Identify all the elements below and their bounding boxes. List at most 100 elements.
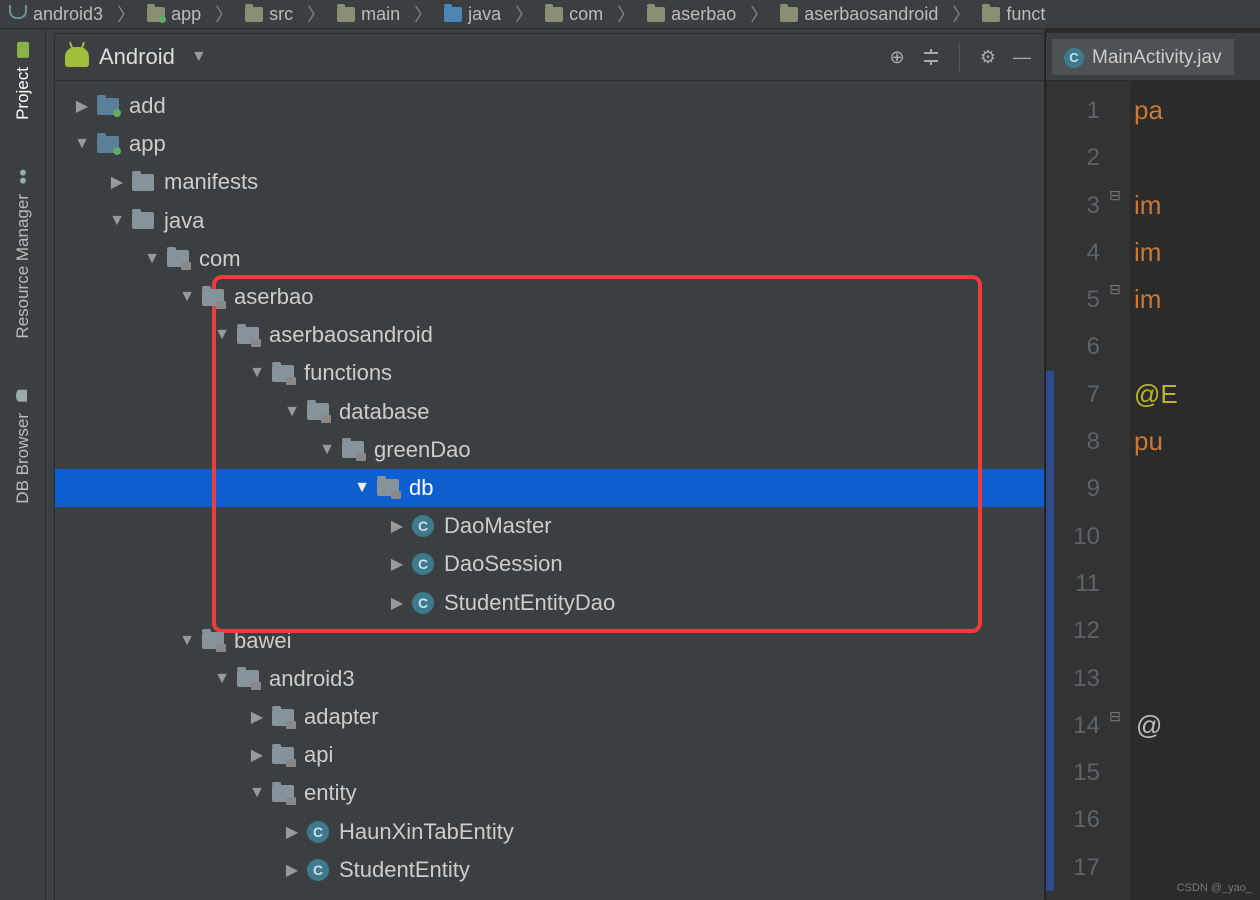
chevron-right-icon[interactable]: ▶ xyxy=(248,707,266,727)
folder-icon xyxy=(97,136,119,153)
tree-item-api[interactable]: ▶api xyxy=(55,736,1044,774)
tree-item-add[interactable]: ▶ add xyxy=(55,87,1044,125)
resource-icon xyxy=(14,168,32,186)
select-opened-file-icon[interactable]: ⊕ xyxy=(885,45,909,69)
chevron-down-icon[interactable]: ▼ xyxy=(248,364,266,382)
dropdown-icon[interactable]: ▼ xyxy=(191,48,207,66)
chevron-down-icon[interactable]: ▼ xyxy=(178,632,196,650)
crumb-functions[interactable]: funct xyxy=(976,4,1051,25)
tree-item-haunxintabentity[interactable]: ▶CHaunXinTabEntity xyxy=(55,813,1044,851)
tree-label: database xyxy=(339,399,430,425)
class-icon: C xyxy=(307,859,329,881)
tree-item-aserbao[interactable]: ▼ aserbao xyxy=(55,278,1044,316)
android-icon xyxy=(65,47,89,67)
db-browser-button[interactable]: DB Browser xyxy=(13,379,33,512)
database-icon xyxy=(14,387,32,405)
package-icon xyxy=(545,7,563,22)
tree-item-adapter[interactable]: ▶adapter xyxy=(55,698,1044,736)
chevron-right-icon[interactable]: ▶ xyxy=(73,96,91,116)
module-icon xyxy=(9,5,27,19)
chevron-right-icon[interactable]: ▶ xyxy=(388,516,406,536)
folder-icon xyxy=(97,98,119,115)
project-icon xyxy=(14,41,32,59)
project-tree[interactable]: ▶add▼app▶manifests▼java▼com▼aserbao▼aser… xyxy=(54,81,1045,900)
crumb-java[interactable]: java〉 xyxy=(438,1,539,27)
tree-item-functions[interactable]: ▼functions xyxy=(55,354,1044,392)
chevron-down-icon[interactable]: ▼ xyxy=(248,784,266,802)
crumb-aserbaosandroid[interactable]: aserbaosandroid〉 xyxy=(774,1,976,27)
class-icon: C xyxy=(1064,48,1084,68)
tree-label: db xyxy=(409,475,433,501)
chevron-down-icon[interactable]: ▼ xyxy=(283,403,301,421)
crumb-src[interactable]: src〉 xyxy=(239,1,331,27)
chevron-down-icon[interactable]: ▼ xyxy=(108,212,126,230)
view-selector[interactable]: Android xyxy=(99,44,175,70)
fold-marker-icon[interactable]: ⊟ xyxy=(1104,706,1126,728)
collapse-all-icon[interactable] xyxy=(919,45,943,69)
tab-mainactivity[interactable]: C MainActivity.jav xyxy=(1052,39,1234,75)
tree-label: app xyxy=(129,131,166,157)
chevron-right-icon[interactable]: ▶ xyxy=(283,822,301,842)
tree-item-daosession[interactable]: ▶CDaoSession xyxy=(55,545,1044,583)
chevron-down-icon[interactable]: ▼ xyxy=(143,250,161,268)
tree-label: entity xyxy=(304,780,357,806)
tree-item-app[interactable]: ▼ app xyxy=(55,125,1044,163)
hide-icon[interactable]: — xyxy=(1010,45,1034,69)
tree-item-database[interactable]: ▼ database xyxy=(55,393,1044,431)
chevron-down-icon[interactable]: ▼ xyxy=(213,670,231,688)
chevron-right-icon[interactable]: ▶ xyxy=(388,554,406,574)
tree-item-aserbaosandroid[interactable]: ▼ aserbaosandroid xyxy=(55,316,1044,354)
tree-label: StudentEntityDao xyxy=(444,590,615,616)
tree-label: aserbao xyxy=(234,284,314,310)
tree-label: greenDao xyxy=(374,437,471,463)
code-area[interactable]: pa im im im @E pu @ xyxy=(1130,81,1260,900)
package-icon xyxy=(982,7,1000,22)
tree-item-daomaster[interactable]: ▶CDaoMaster xyxy=(55,507,1044,545)
folder-icon xyxy=(132,212,154,229)
crumb-aserbao[interactable]: aserbao〉 xyxy=(641,1,774,27)
tree-label: add xyxy=(129,93,166,119)
class-icon: C xyxy=(412,592,434,614)
gear-icon[interactable]: ⚙ xyxy=(976,45,1000,69)
chevron-down-icon[interactable]: ▼ xyxy=(178,288,196,306)
tree-item-bawei[interactable]: ▼ bawei xyxy=(55,622,1044,660)
tree-item-studententity[interactable]: ▶CStudentEntity xyxy=(55,851,1044,889)
chevron-right-icon[interactable]: ▶ xyxy=(388,593,406,613)
breadcrumb: android3〉 app〉 src〉 main〉 java〉 com〉 ase… xyxy=(0,0,1260,29)
watermark: CSDN @_yao_ xyxy=(1177,882,1252,894)
tree-item-com[interactable]: ▼ com xyxy=(55,240,1044,278)
tree-item-android3[interactable]: ▼android3 xyxy=(55,660,1044,698)
tree-item-greendao[interactable]: ▼ greenDao xyxy=(55,431,1044,469)
resource-manager-button[interactable]: Resource Manager xyxy=(13,160,33,347)
tree-label: aserbaosandroid xyxy=(269,322,433,348)
tree-item-entity[interactable]: ▼ entity xyxy=(55,774,1044,812)
tool-window-bar: Project Resource Manager DB Browser xyxy=(0,29,46,900)
project-tool-button[interactable]: Project xyxy=(13,33,33,128)
chevron-down-icon[interactable]: ▼ xyxy=(213,326,231,344)
package-icon xyxy=(237,670,259,687)
chevron-right-icon[interactable]: ▶ xyxy=(108,172,126,192)
fold-marker-icon[interactable]: ⊟ xyxy=(1104,279,1126,301)
package-icon xyxy=(647,7,665,22)
crumb-root[interactable]: android3〉 xyxy=(3,1,141,27)
tree-label: bawei xyxy=(234,628,291,654)
package-icon xyxy=(272,709,294,726)
tree-item-manifests[interactable]: ▶manifests xyxy=(55,163,1044,201)
gutter[interactable]: ⊟ ⊟ ⊟ 1234567891011121314151617 xyxy=(1046,81,1130,900)
fold-marker-icon[interactable]: ⊟ xyxy=(1104,185,1126,207)
chevron-down-icon[interactable]: ▼ xyxy=(318,441,336,459)
tree-label: java xyxy=(164,208,204,234)
package-icon xyxy=(202,632,224,649)
chevron-down-icon[interactable]: ▼ xyxy=(73,135,91,153)
chevron-right-icon[interactable]: ▶ xyxy=(248,745,266,765)
tree-item-db[interactable]: ▼ db xyxy=(55,469,1044,507)
chevron-right-icon[interactable]: ▶ xyxy=(283,860,301,880)
crumb-main[interactable]: main〉 xyxy=(331,1,438,27)
crumb-com[interactable]: com〉 xyxy=(539,1,641,27)
crumb-app[interactable]: app〉 xyxy=(141,1,239,27)
tree-label: com xyxy=(199,246,241,272)
tree-item-studententitydao[interactable]: ▶ C StudentEntityDao xyxy=(55,583,1044,621)
chevron-down-icon[interactable]: ▼ xyxy=(353,479,371,497)
tree-item-java[interactable]: ▼ java xyxy=(55,202,1044,240)
editor-tabs: C MainActivity.jav xyxy=(1046,33,1260,81)
